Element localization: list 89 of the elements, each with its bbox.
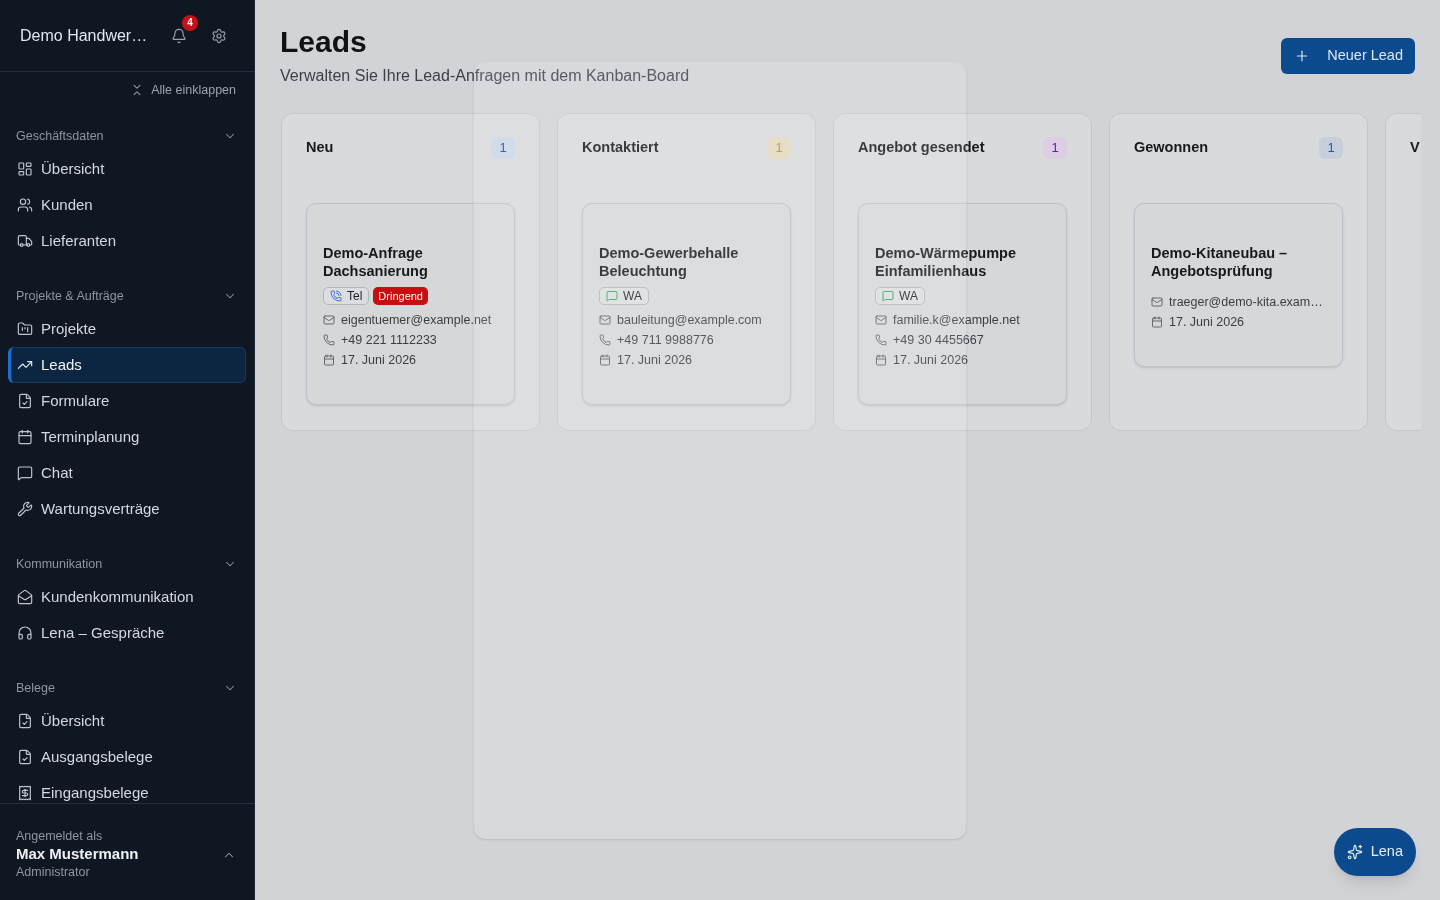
- speech-bubble-icon: [606, 290, 618, 302]
- nav-item[interactable]: Formulare: [8, 383, 246, 419]
- channel-tag: WA: [599, 287, 649, 305]
- urgent-tag: Dringend: [373, 287, 428, 305]
- mail-icon: [323, 314, 335, 326]
- nav-item[interactable]: Eingangsbelege: [8, 775, 246, 803]
- folder-icon: [17, 321, 33, 337]
- phone-number: +49 30 4455667: [893, 331, 984, 349]
- email-text: eigentuemer@example.net: [341, 311, 492, 329]
- lead-title: Demo-Anfrage Dachsanierung: [323, 244, 429, 280]
- nav-item[interactable]: Lieferanten: [8, 223, 246, 259]
- column-title: Angebot gesendet: [858, 138, 985, 158]
- file-check-icon: [17, 713, 33, 729]
- date-text: 17. Juni 2026: [893, 351, 969, 369]
- settings-icon: [211, 27, 227, 44]
- column-title: Gewonnen: [1134, 138, 1209, 158]
- calendar-icon: [599, 354, 611, 366]
- user-name: Max Mustermann: [16, 844, 139, 864]
- nav-item[interactable]: Leads: [8, 347, 246, 383]
- wrench-icon: [17, 501, 33, 517]
- column-title: Kontaktiert: [582, 138, 659, 158]
- sparkles-icon: [1346, 844, 1363, 860]
- page-subtitle: Verwalten Sie Ihre Lead-Anfragen mit dem Kanban-Board: [280, 66, 690, 86]
- date-text: 17. Juni 2026: [1169, 313, 1245, 331]
- nav-item[interactable]: Kundenkommunikation: [8, 579, 246, 615]
- signed-in-caption: Angemeldet als: [16, 828, 104, 844]
- file-check-icon: [17, 393, 33, 409]
- count-badge: 1: [491, 137, 515, 159]
- phone-icon: [323, 334, 335, 346]
- lead-card[interactable]: Demo-Gewerbehalle Beleuchtung WA bauleitung@example.com +49 711 9988776 17. Juni 2026: [582, 203, 791, 405]
- section-header[interactable]: Belege: [0, 673, 254, 703]
- lead-card[interactable]: Demo-Wärmepumpe Einfamilienhaus WA familie.k@example.net +49 30 4455667 17. Juni 2026: [858, 203, 1067, 405]
- section-header[interactable]: Geschäftsdaten: [0, 121, 254, 151]
- column-title: V: [1410, 138, 1420, 158]
- column-title: Neu: [306, 138, 334, 158]
- calendar-icon: [323, 354, 335, 366]
- calendar-icon: [875, 354, 887, 366]
- file-check-icon: [17, 749, 33, 765]
- nav-item[interactable]: Projekte: [8, 311, 246, 347]
- phone-number: +49 711 9988776: [617, 331, 714, 349]
- truck-icon: [17, 233, 33, 249]
- lead-card[interactable]: Demo-Anfrage Dachsanierung Tel Dringend eigentuemer@example.net +49 221 1112233 17. Juni 2026: [306, 203, 515, 405]
- users-icon: [17, 197, 33, 213]
- mail-icon: [1151, 296, 1163, 308]
- nav-item[interactable]: Terminplanung: [8, 419, 246, 455]
- section-header[interactable]: Kommunikation: [0, 549, 254, 579]
- count-badge: 1: [1319, 137, 1343, 159]
- lead-title: Demo-Kitaneubau – Angebotsprüfung: [1151, 244, 1289, 280]
- email-text: bauleitung@example.com: [617, 311, 762, 329]
- nav-item[interactable]: Ausgangsbelege: [8, 739, 246, 775]
- open-envelope-icon: [17, 589, 33, 605]
- phone-icon: [599, 334, 611, 346]
- channel-tag: WA: [875, 287, 925, 305]
- user-role: Administrator: [16, 864, 91, 880]
- phone-icon: [875, 334, 887, 346]
- page-title: Leads: [280, 24, 368, 60]
- speech-bubble-icon: [882, 290, 894, 302]
- count-badge: 1: [767, 137, 791, 159]
- receipt-icon: [17, 785, 33, 801]
- count-badge: 1: [1043, 137, 1067, 159]
- date-text: 17. Juni 2026: [341, 351, 417, 369]
- calendar-icon: [17, 429, 33, 445]
- lead-title: Demo-Wärmepumpe Einfamilienhaus: [875, 244, 1017, 280]
- headphones-icon: [17, 625, 33, 641]
- mail-icon: [875, 314, 887, 326]
- speech-bubble-icon: [17, 465, 33, 481]
- nav-item[interactable]: Wartungsverträge: [8, 491, 246, 527]
- email-text: familie.k@example.net: [893, 311, 1020, 329]
- email-text: traeger@demo-kita.exam…: [1169, 293, 1323, 311]
- workspace-name: Demo Handwer…: [20, 26, 148, 44]
- new-lead-button[interactable]: Neuer Lead: [1281, 38, 1415, 74]
- channel-tag: Tel: [323, 287, 370, 305]
- lead-title: Demo-Gewerbehalle Beleuchtung: [599, 244, 740, 280]
- nav-item[interactable]: Lena – Gespräche: [8, 615, 246, 651]
- bell-icon: [171, 27, 187, 44]
- notification-badge: 4: [182, 14, 198, 31]
- phone-number: +49 221 1112233: [341, 331, 437, 349]
- mail-icon: [599, 314, 611, 326]
- nav-item[interactable]: Übersicht: [8, 703, 246, 739]
- dashboard-icon: [17, 161, 33, 177]
- phone-icon: [330, 290, 342, 302]
- calendar-icon: [1151, 316, 1163, 328]
- nav-item[interactable]: Chat: [8, 455, 246, 491]
- nav-item[interactable]: Kunden: [8, 187, 246, 223]
- collapse-all-button[interactable]: Alle einklappen: [130, 80, 236, 100]
- section-header[interactable]: Projekte & Aufträge: [0, 281, 254, 311]
- lead-card[interactable]: Demo-Kitaneubau – Angebotsprüfung traeger@demo-kita.exam… 17. Juni 2026: [1134, 203, 1343, 367]
- date-text: 17. Juni 2026: [617, 351, 693, 369]
- nav-item[interactable]: Übersicht: [8, 151, 246, 187]
